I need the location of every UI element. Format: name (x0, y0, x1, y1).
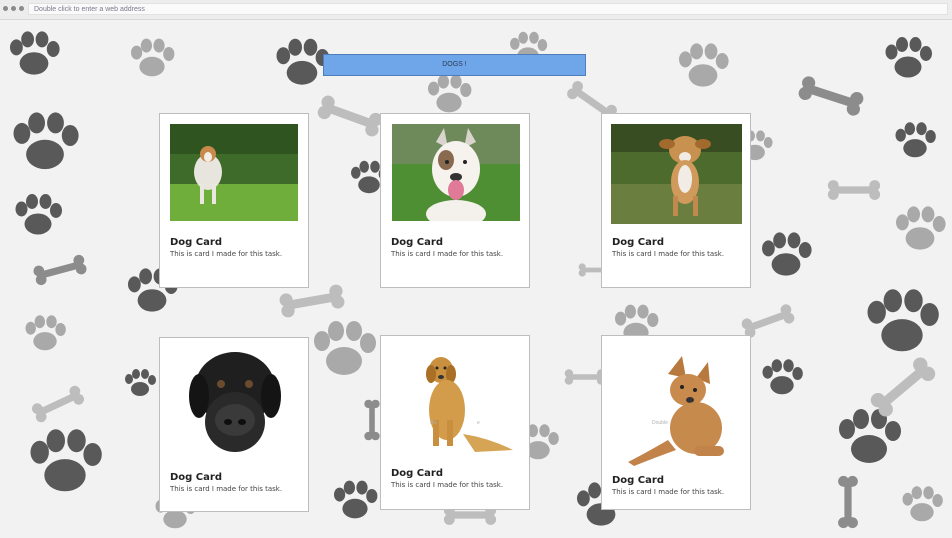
window-dot-icon[interactable] (19, 6, 24, 11)
window-dot-icon[interactable] (11, 6, 16, 11)
window-dot-icon[interactable] (3, 6, 8, 11)
card-title: Dog Card (391, 237, 443, 248)
dog-card[interactable]: Do e Dog Card This is card I made for th… (380, 335, 530, 510)
dog-card[interactable]: Dog Card This is card I made for this ta… (159, 113, 309, 288)
paw-print-icon (125, 369, 156, 396)
card-text: This is card I made for this task. (170, 250, 283, 258)
bone-icon (315, 93, 385, 139)
paw-print-icon (839, 409, 901, 463)
paw-print-icon (867, 289, 939, 352)
browser-toolbar: Double click to enter a web address (0, 0, 952, 20)
dogs-header-button[interactable]: DOGS ! (323, 54, 586, 76)
black-labrador-closeup-photo (185, 348, 285, 460)
card-title: Dog Card (170, 237, 222, 248)
bone-icon (364, 399, 380, 441)
address-bar[interactable]: Double click to enter a web address (28, 3, 948, 15)
paw-print-icon (30, 429, 102, 492)
paw-print-icon (428, 74, 472, 113)
card-title: Dog Card (612, 237, 664, 248)
bone-icon (564, 369, 606, 385)
golden-retriever-sitting-photo (419, 350, 514, 452)
paw-print-icon (13, 112, 79, 170)
card-text: This is card I made for this task. (612, 488, 725, 496)
broken-image-alt-text: Do (430, 420, 437, 426)
card-text: This is card I made for this task. (170, 485, 283, 493)
paw-print-icon (314, 321, 376, 375)
bone-icon (827, 180, 881, 200)
paw-print-icon (895, 122, 936, 158)
window-controls (3, 6, 24, 11)
broken-image-alt-text: Double (652, 420, 668, 426)
bone-icon (278, 283, 346, 319)
card-text: This is card I made for this task. (391, 481, 504, 489)
tan-mixed-dog-lying-photo (624, 354, 734, 470)
pitbull-smiling-photo (392, 124, 520, 221)
bone-icon (796, 74, 866, 118)
paw-print-icon (885, 37, 932, 78)
bone-icon (740, 302, 796, 340)
paw-print-icon (762, 232, 812, 276)
paw-print-icon (896, 206, 946, 250)
bone-icon (30, 383, 86, 425)
card-title: Dog Card (612, 475, 664, 486)
card-text: This is card I made for this task. (391, 250, 504, 258)
dog-card[interactable]: Double Dog Card This is card I made for … (601, 335, 751, 510)
dog-card[interactable]: Dog Card This is card I made for this ta… (601, 113, 751, 288)
broken-image-alt-text: e (477, 420, 480, 426)
paw-print-icon (15, 194, 62, 235)
dog-card[interactable]: Dog Card This is card I made for this ta… (380, 113, 530, 288)
bone-icon (32, 253, 88, 287)
bone-icon (838, 475, 858, 529)
card-title: Dog Card (391, 468, 443, 479)
paw-print-icon (10, 31, 60, 75)
dog-card[interactable]: Dog Card This is card I made for this ta… (159, 337, 309, 512)
paw-print-icon (679, 43, 729, 87)
paw-print-icon (902, 486, 943, 522)
card-text: This is card I made for this task. (612, 250, 725, 258)
jack-russell-running-photo (170, 124, 298, 221)
paw-print-icon (762, 359, 803, 395)
paw-print-icon (276, 38, 330, 85)
paw-print-icon (334, 480, 378, 519)
card-title: Dog Card (170, 472, 222, 483)
paw-print-icon (131, 38, 175, 77)
beagle-mix-running-photo (611, 124, 742, 224)
paw-print-icon (25, 315, 66, 351)
